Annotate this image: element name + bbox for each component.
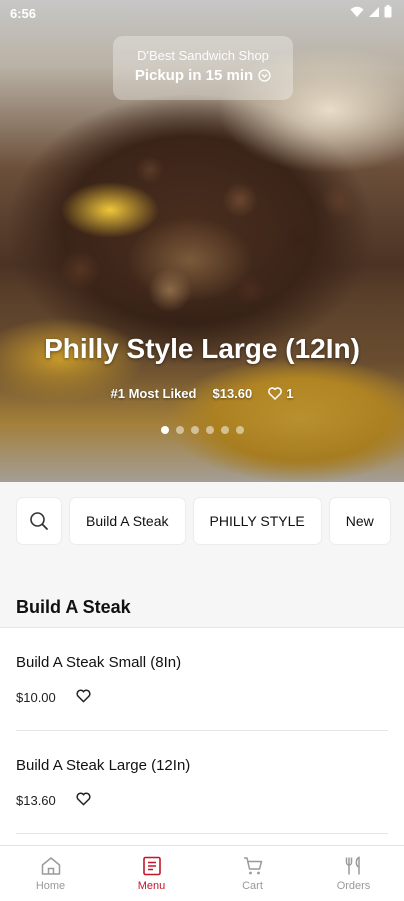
like-count-value: 1 bbox=[286, 386, 294, 401]
carousel-dot[interactable] bbox=[235, 426, 244, 434]
product-price: $13.60 bbox=[212, 386, 253, 401]
item-price: $13.60 bbox=[16, 793, 56, 808]
carousel-dot[interactable] bbox=[160, 426, 169, 434]
menu-item[interactable]: Build A Steak Large (12In) $13.60 bbox=[16, 731, 388, 834]
bottom-nav: Home Menu Cart Orders bbox=[0, 845, 404, 901]
wifi-icon bbox=[350, 6, 364, 17]
menu-item-list: Build A Steak Small (8In) $10.00 Build A… bbox=[0, 627, 404, 846]
battery-icon bbox=[384, 5, 392, 18]
status-time: 6:56 bbox=[10, 6, 37, 21]
store-pickup-pill[interactable]: D'Best Sandwich Shop Pickup in 15 min bbox=[113, 36, 293, 100]
item-name: Build A Steak Large (12In) bbox=[16, 757, 191, 774]
hero-image[interactable]: 6:56 D'Best Sandwich Shop Pickup in 15 m… bbox=[0, 0, 404, 482]
signal-icon bbox=[369, 6, 379, 17]
cart-icon bbox=[243, 857, 262, 875]
nav-home[interactable]: Home bbox=[0, 846, 101, 901]
category-chip-new[interactable]: New bbox=[329, 498, 390, 544]
item-name: Build A Steak Small (8In) bbox=[16, 654, 182, 671]
like-count[interactable]: 1 bbox=[268, 386, 293, 401]
product-title: Philly Style Large (12In) bbox=[44, 333, 360, 364]
search-icon bbox=[30, 512, 48, 530]
heart-icon[interactable] bbox=[76, 792, 91, 806]
menu-icon bbox=[142, 856, 161, 876]
carousel-dot[interactable] bbox=[220, 426, 229, 434]
category-chip-philly-style[interactable]: PHILLY STYLE bbox=[193, 498, 321, 544]
nav-orders[interactable]: Orders bbox=[303, 846, 404, 901]
pickup-time: Pickup in 15 min bbox=[134, 67, 254, 84]
store-name: D'Best Sandwich Shop bbox=[137, 48, 269, 63]
heart-icon bbox=[268, 387, 283, 400]
most-liked-badge: #1 Most Liked bbox=[110, 386, 197, 401]
nav-label: Orders bbox=[336, 880, 371, 892]
orders-icon bbox=[345, 856, 360, 875]
chevron-down-circle-icon bbox=[258, 69, 271, 82]
search-button[interactable] bbox=[17, 498, 61, 544]
carousel-dots[interactable] bbox=[0, 426, 404, 434]
status-icons bbox=[350, 5, 392, 18]
item-price: $10.00 bbox=[16, 690, 56, 705]
nav-cart[interactable]: Cart bbox=[202, 846, 303, 901]
nav-label: Menu bbox=[137, 880, 166, 892]
home-icon bbox=[41, 857, 60, 875]
heart-icon[interactable] bbox=[76, 689, 91, 703]
nav-label: Home bbox=[35, 880, 66, 892]
category-bar: Build A Steak PHILLY STYLE New bbox=[0, 482, 404, 562]
category-chip-build-a-steak[interactable]: Build A Steak bbox=[70, 498, 185, 544]
product-meta: #1 Most Liked $13.60 1 bbox=[0, 386, 404, 401]
nav-menu[interactable]: Menu bbox=[101, 846, 202, 901]
carousel-dot[interactable] bbox=[175, 426, 184, 434]
nav-label: Cart bbox=[242, 880, 263, 892]
carousel-dot[interactable] bbox=[190, 426, 199, 434]
section-title: Build A Steak bbox=[16, 597, 131, 617]
menu-item[interactable]: Build A Steak Small (8In) $10.00 bbox=[16, 628, 388, 731]
carousel-dot[interactable] bbox=[205, 426, 214, 434]
